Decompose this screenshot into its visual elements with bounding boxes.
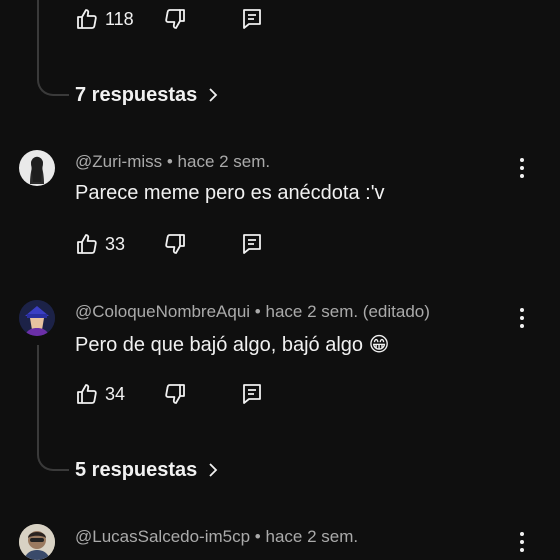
comment-meta: @ColoqueNombreAqui • hace 2 sem. (editad…	[75, 302, 430, 322]
more-options-button[interactable]	[514, 305, 530, 331]
reply-button[interactable]	[240, 6, 264, 32]
reply-icon	[243, 234, 261, 254]
chevron-right-icon	[207, 462, 219, 478]
like-button[interactable]: 33	[75, 231, 125, 257]
dislike-icon	[165, 234, 185, 254]
dislike-icon	[165, 384, 185, 404]
dislike-button[interactable]	[163, 381, 187, 407]
like-button[interactable]: 118	[75, 6, 134, 32]
timestamp: hace 2 sem.	[177, 152, 271, 171]
thread-curve	[37, 445, 69, 471]
like-count: 34	[105, 383, 126, 404]
meta-separator: •	[250, 302, 266, 321]
replies-toggle[interactable]: 5 respuestas	[75, 457, 219, 483]
comment-text: Pero de que bajó algo, bajó algo 😁	[75, 334, 390, 356]
comment-meta: @LucasSalcedo-im5cp • hace 2 sem.	[75, 527, 358, 547]
more-vert-icon	[520, 308, 524, 312]
action-bar: 34	[75, 381, 275, 407]
dislike-button[interactable]	[163, 231, 187, 257]
avatar[interactable]	[19, 300, 55, 336]
more-vert-icon	[520, 158, 524, 162]
more-options-button[interactable]	[514, 155, 530, 181]
like-button[interactable]: 34	[75, 381, 125, 407]
thread-line	[37, 345, 39, 445]
like-count: 118	[105, 8, 134, 29]
comment-text: Parece meme pero es anécdota :'v	[75, 182, 385, 204]
dislike-button[interactable]	[163, 6, 187, 32]
meta-separator: •	[162, 152, 178, 171]
action-bar: 33	[75, 231, 275, 257]
replies-toggle-top[interactable]: 7 respuestas	[75, 82, 219, 108]
more-options-button[interactable]	[514, 529, 530, 555]
reply-button[interactable]	[240, 381, 264, 407]
thread-curve-top	[37, 70, 69, 96]
author-name[interactable]: @ColoqueNombreAqui	[75, 302, 250, 321]
thread-line-top	[37, 0, 39, 70]
comment-meta: @Zuri-miss • hace 2 sem.	[75, 152, 270, 172]
author-name[interactable]: @Zuri-miss	[75, 152, 162, 171]
avatar[interactable]	[19, 524, 55, 560]
author-name[interactable]: @LucasSalcedo-im5cp	[75, 527, 250, 546]
more-vert-icon	[520, 532, 524, 536]
replies-label: 7 respuestas	[75, 83, 198, 106]
replies-label: 5 respuestas	[75, 458, 198, 481]
dislike-icon	[165, 9, 185, 29]
avatar[interactable]	[19, 150, 55, 186]
timestamp: hace 2 sem.	[265, 527, 359, 546]
reply-icon	[243, 384, 261, 404]
meta-separator: •	[250, 527, 266, 546]
like-icon	[77, 9, 97, 29]
like-count: 33	[105, 233, 126, 254]
reply-button[interactable]	[240, 231, 264, 257]
timestamp: hace 2 sem. (editado)	[265, 302, 430, 321]
like-icon	[77, 234, 97, 254]
reply-icon	[243, 9, 261, 29]
action-bar-top: 118	[75, 6, 275, 32]
chevron-right-icon	[207, 87, 219, 103]
like-icon	[77, 384, 97, 404]
